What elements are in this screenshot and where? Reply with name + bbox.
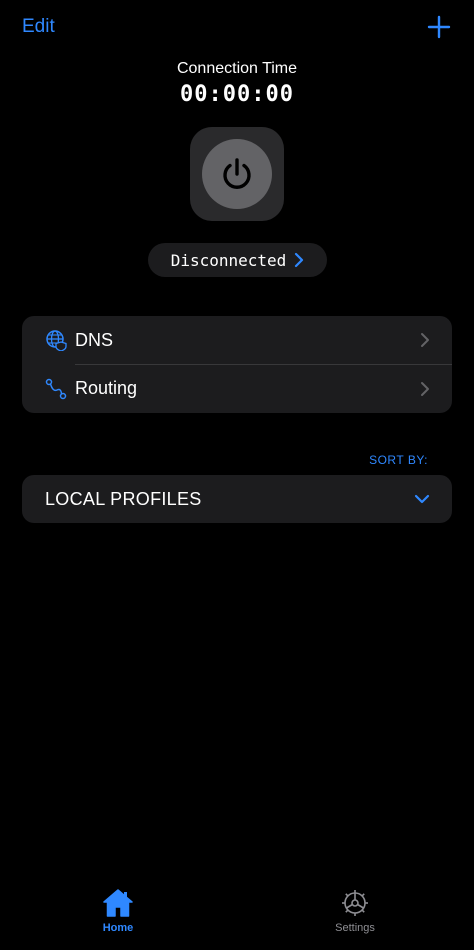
power-icon bbox=[223, 158, 251, 189]
local-profiles-dropdown[interactable]: LOCAL PROFILES bbox=[22, 475, 452, 523]
connection-timer: 00:00:00 bbox=[180, 82, 294, 107]
gear-icon bbox=[342, 890, 368, 916]
sort-by-button[interactable]: SORT BY: bbox=[369, 453, 428, 467]
chevron-right-icon bbox=[295, 252, 304, 268]
globe-shield-icon bbox=[45, 329, 67, 352]
tab-label: Settings bbox=[335, 922, 375, 934]
profiles-label: LOCAL PROFILES bbox=[45, 488, 202, 509]
chevron-right-icon bbox=[421, 381, 429, 396]
menu-item-label: DNS bbox=[75, 329, 114, 350]
power-button-circle bbox=[202, 139, 272, 209]
chevron-right-icon bbox=[421, 333, 429, 348]
home-screen: Edit Connection Time 00:00:00 Disconnect… bbox=[0, 0, 474, 950]
edit-button[interactable]: Edit bbox=[22, 16, 55, 38]
power-button[interactable] bbox=[190, 127, 284, 221]
connection-status-button[interactable]: Disconnected bbox=[148, 243, 327, 277]
add-button[interactable] bbox=[426, 14, 452, 40]
tab-bar: Home Settings bbox=[0, 880, 474, 950]
route-icon bbox=[45, 378, 67, 400]
plus-icon bbox=[427, 15, 451, 39]
tab-settings[interactable]: Settings bbox=[310, 888, 400, 934]
menu-item-routing[interactable]: Routing bbox=[22, 365, 452, 414]
menu-item-label: Routing bbox=[75, 378, 138, 399]
connection-time-title: Connection Time bbox=[176, 60, 298, 77]
chevron-down-icon bbox=[414, 494, 430, 504]
connection-status-text: Disconnected bbox=[170, 250, 287, 270]
menu-item-dns[interactable]: DNS bbox=[22, 316, 452, 365]
tab-label: Home bbox=[102, 922, 134, 934]
tab-home[interactable]: Home bbox=[73, 888, 163, 934]
house-icon bbox=[103, 889, 133, 917]
settings-menu-card: DNS Routing bbox=[22, 316, 452, 413]
